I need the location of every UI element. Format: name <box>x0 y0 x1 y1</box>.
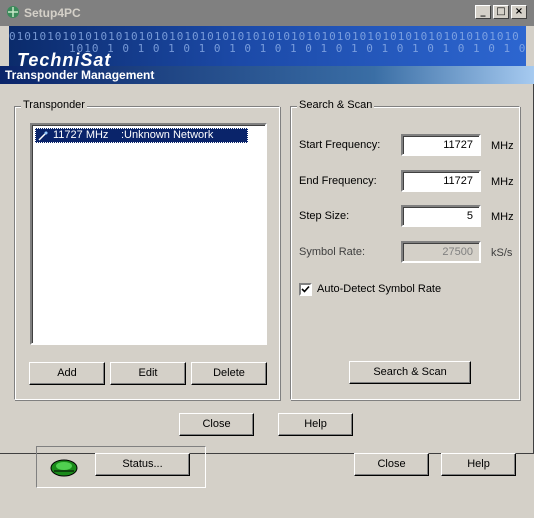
setup4pc-app-icon <box>7 6 19 18</box>
search-scan-button[interactable]: Search & Scan <box>349 361 471 384</box>
delete-button[interactable]: Delete <box>191 362 267 385</box>
transponder-management-dialog: Transponder Management Transponder 11727… <box>0 66 534 454</box>
transponder-group: Transponder 11727 MHz :Unknown Network <box>14 99 280 400</box>
parent-help-button-label: Help <box>467 458 490 470</box>
transponder-icon <box>38 131 48 141</box>
dialog-help-button[interactable]: Help <box>278 413 353 436</box>
parent-close-button-label: Close <box>377 458 406 470</box>
parent-close-button[interactable]: Close <box>354 453 429 476</box>
end-frequency-unit: MHz <box>491 176 514 188</box>
close-window-button[interactable]: × <box>511 5 527 19</box>
end-frequency-label: End Frequency: <box>299 175 377 187</box>
maximize-button[interactable]: □ <box>493 5 509 19</box>
auto-detect-label[interactable]: Auto-Detect Symbol Rate <box>317 283 441 295</box>
parent-title-bar: Setup4PC _ □ × <box>0 0 534 26</box>
search-scan-button-label: Search & Scan <box>373 366 447 378</box>
symbol-rate-label: Symbol Rate: <box>299 246 366 258</box>
transponder-frequency: 11727 MHz <box>53 129 109 141</box>
status-button[interactable]: Status... <box>95 453 190 476</box>
dialog-close-button[interactable]: Close <box>179 413 254 436</box>
minimize-button[interactable]: _ <box>475 5 491 19</box>
parent-help-button[interactable]: Help <box>441 453 516 476</box>
step-size-input[interactable]: 5 <box>401 205 481 227</box>
transponder-group-label: Transponder <box>21 99 87 111</box>
step-size-label: Step Size: <box>299 210 350 222</box>
delete-button-label: Delete <box>213 367 245 379</box>
start-frequency-input[interactable]: 11727 <box>401 134 481 156</box>
dialog-close-button-label: Close <box>202 418 231 430</box>
technisat-logo: TechniSat <box>17 50 112 66</box>
add-button[interactable]: Add <box>29 362 105 385</box>
dialog-title: Transponder Management <box>5 68 155 82</box>
edit-button[interactable]: Edit <box>110 362 186 385</box>
symbol-rate-unit: kS/s <box>491 247 513 259</box>
transponder-network: :Unknown Network <box>121 129 214 141</box>
step-size-unit: MHz <box>491 211 514 223</box>
symbol-rate-input: 27500 <box>401 241 481 263</box>
status-button-label: Status... <box>122 458 163 470</box>
dialog-title-bar: Transponder Management <box>0 66 534 84</box>
checkmark-icon <box>301 285 310 293</box>
add-button-label: Add <box>57 367 77 379</box>
search-scan-group-label: Search & Scan <box>297 99 375 111</box>
list-item[interactable]: 11727 MHz :Unknown Network <box>35 128 248 143</box>
start-frequency-unit: MHz <box>491 140 514 152</box>
start-frequency-label: Start Frequency: <box>299 139 381 151</box>
parent-window-title: Setup4PC <box>24 6 81 20</box>
banner-binary-line-2: 1010 1 0 1 0 1 0 1 0 1 0 1 0 1 0 1 0 1 0… <box>69 42 526 55</box>
satellite-dish-icon <box>50 459 78 477</box>
technisat-banner: 0101010101010101010101010101010101010101… <box>9 26 526 66</box>
end-frequency-input[interactable]: 11727 <box>401 170 481 192</box>
dialog-help-button-label: Help <box>304 418 327 430</box>
edit-button-label: Edit <box>138 367 158 379</box>
transponder-list[interactable]: 11727 MHz :Unknown Network <box>30 123 267 345</box>
auto-detect-checkbox[interactable] <box>299 283 312 296</box>
